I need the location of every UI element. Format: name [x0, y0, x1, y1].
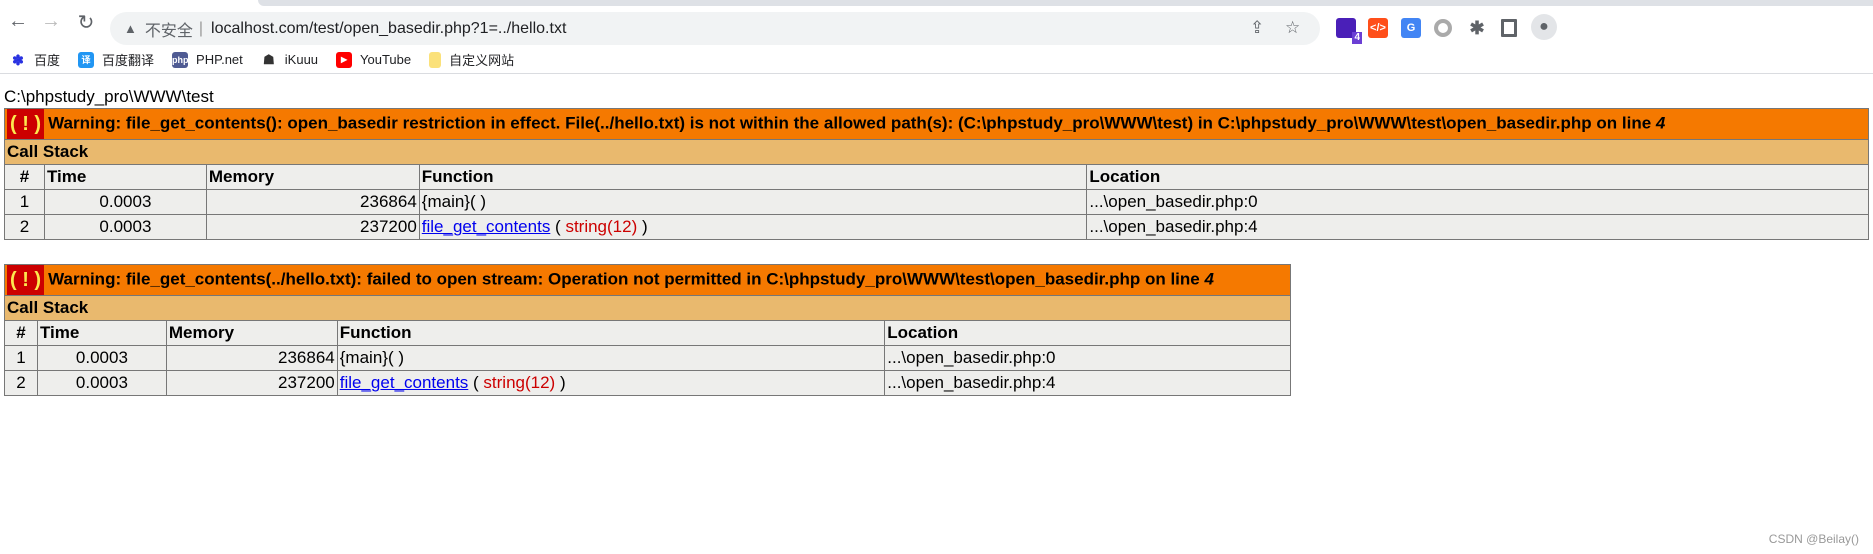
bookmark-youtube[interactable]: ▶ YouTube	[336, 51, 412, 68]
folder-icon	[429, 51, 442, 68]
call-stack-label: Call Stack	[4, 139, 1869, 165]
function-cell: file_get_contents ( string(12) )	[336, 370, 886, 396]
call-stack-label: Call Stack	[4, 295, 1291, 321]
row-number: 1	[4, 345, 38, 371]
location-cell: ...\open_basedir.php:4	[884, 370, 1291, 396]
bookmark-label: iKuuu	[284, 52, 319, 67]
puzzle-icon[interactable]: ✱	[1467, 18, 1487, 38]
bookmark-label: YouTube	[360, 52, 412, 67]
bookmark-folder[interactable]: 自定义网站	[429, 50, 514, 69]
memory-cell: 237200	[205, 214, 420, 240]
side-panel-icon[interactable]	[1501, 19, 1517, 37]
extension-badge: 4	[1352, 32, 1362, 44]
xdebug-warning-table: ( ! ) Warning: file_get_contents(): open_…	[4, 108, 1869, 240]
table-row: 2 0.0003 237200 file_get_contents ( string(…	[4, 214, 1869, 240]
divider: |	[198, 19, 204, 37]
row-number: 1	[4, 189, 45, 215]
memory-cell: 237200	[165, 370, 338, 396]
column-header: Function	[418, 164, 1088, 190]
column-header: Time	[43, 164, 207, 190]
time-cell: 0.0003	[43, 214, 207, 240]
bookmark-label: 自定义网站	[449, 53, 515, 68]
function-cell: {main}( )	[418, 189, 1088, 215]
ikuuu-icon: ☗	[262, 51, 275, 67]
location-cell: ...\open_basedir.php:4	[1086, 214, 1869, 240]
back-icon[interactable]: ←	[5, 10, 31, 33]
function-cell: file_get_contents ( string(12) )	[418, 214, 1088, 240]
warning-text: Warning: file_get_contents(../hello.txt)…	[48, 269, 1205, 289]
location-cell: ...\open_basedir.php:0	[884, 345, 1291, 371]
devtools-extension-icon[interactable]: </>	[1368, 18, 1388, 38]
row-number: 2	[4, 214, 45, 240]
warning-icon: ( ! )	[7, 265, 45, 295]
column-header: #	[4, 164, 45, 190]
table-row: 2 0.0003 237200 file_get_contents ( string(…	[4, 370, 1291, 396]
bookmark-label: 百度	[34, 53, 61, 68]
watermark: CSDN @Beilay()	[1768, 532, 1859, 546]
star-icon[interactable]: ☆	[1285, 18, 1300, 38]
column-header: #	[4, 320, 38, 346]
page-content: C:\phpstudy_pro\WWW\test ( ! ) Warning: f…	[4, 86, 1869, 420]
path-output: C:\phpstudy_pro\WWW\test	[4, 87, 214, 106]
reload-icon[interactable]: ↻	[73, 10, 99, 35]
function-args: string(12)	[565, 217, 638, 236]
line-number: 4	[1204, 269, 1214, 289]
baidu-paw-icon: ✽	[12, 51, 24, 68]
column-header: Location	[884, 320, 1291, 346]
column-header: Function	[336, 320, 886, 346]
table-row: 1 0.0003 236864 {main}( ) ...\open_basedir.p…	[4, 189, 1869, 215]
function-link[interactable]: file_get_contents	[340, 373, 469, 392]
bookmark-php-net[interactable]: php PHP.net	[172, 51, 243, 68]
table-row: 1 0.0003 236864 {main}( ) ...\open_basedir.p…	[4, 345, 1291, 371]
warning-message: ( ! ) Warning: file_get_contents(../hello…	[4, 264, 1291, 296]
insecure-label[interactable]: 不安全	[145, 17, 193, 41]
browser-toolbar: ← → ↻ ▲ 不安全 | localhost.com/test/open_ba…	[0, 6, 1873, 45]
youtube-icon: ▶	[336, 51, 353, 68]
extension-stack-icon[interactable]: 4	[1336, 18, 1362, 44]
circle-extension-icon[interactable]	[1434, 19, 1452, 37]
share-icon[interactable]: ⇪	[1250, 18, 1264, 38]
location-cell: ...\open_basedir.php:0	[1086, 189, 1869, 215]
warning-icon: ( ! )	[7, 109, 45, 139]
warning-icon[interactable]: ▲	[124, 21, 137, 36]
memory-cell: 236864	[165, 345, 338, 371]
column-header: Location	[1086, 164, 1869, 190]
bookmark-label: 百度翻译	[102, 53, 155, 68]
memory-cell: 236864	[205, 189, 420, 215]
time-cell: 0.0003	[36, 345, 167, 371]
bookmark-baidu[interactable]: ✽ 百度	[10, 50, 60, 69]
function-cell: {main}( )	[336, 345, 886, 371]
column-header: Time	[36, 320, 167, 346]
column-header: Memory	[165, 320, 338, 346]
translate-extension-icon[interactable]: G	[1401, 18, 1421, 38]
function-link[interactable]: file_get_contents	[422, 217, 551, 236]
bookmark-baidu-translate[interactable]: 译百度翻译	[78, 50, 154, 69]
warning-message: ( ! ) Warning: file_get_contents(): open_…	[4, 108, 1869, 140]
bookmark-label: PHP.net	[196, 52, 243, 67]
bookmark-ikuuu[interactable]: ☗ iKuuu	[261, 52, 318, 68]
address-bar[interactable]: ▲ 不安全 | localhost.com/test/open_basedir.…	[110, 12, 1320, 45]
url-text[interactable]: localhost.com/test/open_basedir.php?1=..…	[211, 20, 566, 38]
php-icon: php	[172, 51, 189, 68]
line-number: 4	[1655, 113, 1666, 133]
column-header: Memory	[205, 164, 420, 190]
profile-avatar-icon[interactable]: ●	[1531, 14, 1557, 40]
row-number: 2	[4, 370, 38, 396]
function-args: string(12)	[483, 373, 556, 392]
forward-icon[interactable]: →	[38, 10, 64, 33]
translate-icon: 译	[78, 51, 95, 68]
bookmarks-bar: ✽ 百度 译百度翻译 php PHP.net ☗ iKuuu ▶ YouTube 自定义…	[0, 46, 1873, 74]
warning-text: Warning: file_get_contents(): open_based…	[48, 113, 1656, 133]
time-cell: 0.0003	[43, 189, 207, 215]
xdebug-warning-table: ( ! ) Warning: file_get_contents(../hello…	[4, 264, 1291, 396]
time-cell: 0.0003	[36, 370, 167, 396]
